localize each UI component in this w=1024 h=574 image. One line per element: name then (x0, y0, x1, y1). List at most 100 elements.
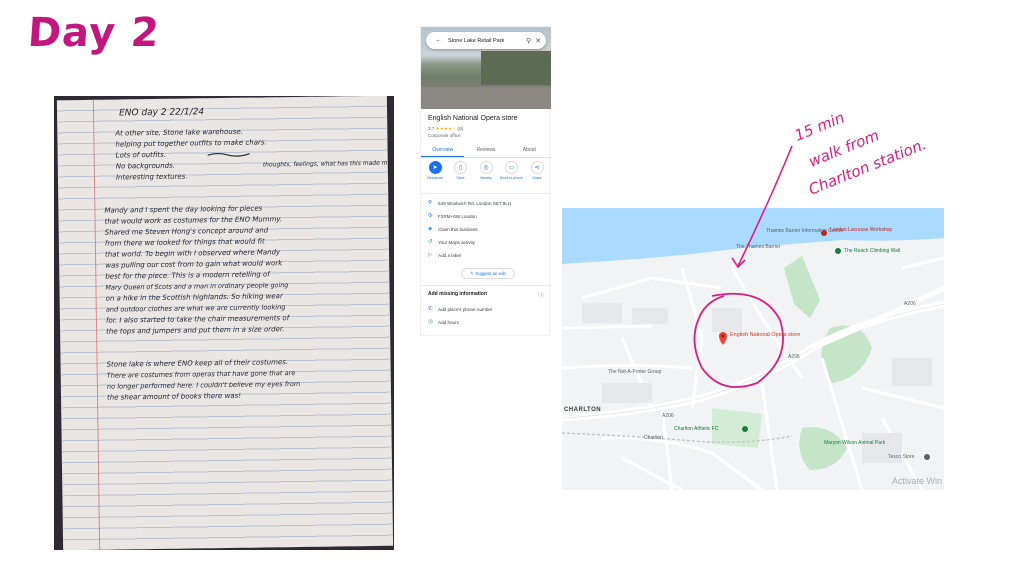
location-pin-icon: ⚲ (428, 200, 433, 206)
notes-line: for. I also started to take the chair me… (106, 314, 291, 325)
info-icon[interactable]: ⓘ (538, 291, 544, 299)
add-label-row[interactable]: ▷ Add a label (428, 252, 461, 258)
missing-info-title: Add missing information (428, 291, 487, 297)
directions-icon: ➤ (428, 161, 442, 174)
notes-line: There are costumes from operas that have… (107, 369, 296, 380)
divider (421, 285, 551, 286)
claim-business-row[interactable]: ◈ Claim this business (428, 226, 478, 232)
notebook-photo: ENO day 2 22/1/24 At other site, Stone l… (54, 96, 394, 550)
nearby-icon: ◎ (479, 161, 493, 174)
place-name: English National Opera store (428, 115, 518, 122)
plus-code-text: F2RM+6W London (438, 213, 477, 219)
action-buttons: ➤ Directions ▯ Save ◎ Nearby ▭ Send to p… (423, 161, 549, 181)
notes-line: Mary Queen of Scots and a man in ordinar… (105, 281, 288, 292)
maps-place-card: ← Stone Lake Retail Park ⚲ ✕ English Nat… (420, 26, 551, 336)
activation-watermark: Activate Win (891, 476, 942, 486)
notes-line: the shear amount of books there was! (107, 392, 241, 402)
notes-line: that world. To begin with I observed whe… (105, 248, 281, 258)
suggest-edit-button[interactable]: ✎ Suggest an edit (461, 268, 515, 279)
poi-marker[interactable] (924, 454, 930, 460)
search-input[interactable]: Stone Lake Retail Park (448, 38, 522, 44)
street-view-photo[interactable]: ← Stone Lake Retail Park ⚲ ✕ (421, 27, 551, 109)
add-label-text: Add a label (438, 252, 461, 258)
send-to-phone-button[interactable]: ▭ Send to phone (500, 161, 524, 181)
notes-bullet: No backgrounds. (116, 162, 175, 171)
save-button[interactable]: ▯ Save (449, 161, 473, 181)
tab-reviews[interactable]: Reviews (464, 144, 507, 157)
divider (421, 193, 551, 194)
place-category: Corporate office (428, 133, 461, 138)
notes-line: best for the piece. This is a modern ret… (105, 270, 271, 280)
notes-line: Shared me Steven Hong's concept around a… (105, 226, 269, 236)
place-tabs: Overview Reviews About (421, 144, 551, 158)
claim-business-text: Claim this business (438, 226, 478, 232)
suggest-edit-label: Suggest an edit (475, 271, 506, 276)
add-hours-text: Add hours (438, 319, 459, 325)
poi-marker[interactable] (742, 426, 748, 432)
search-icon[interactable]: ⚲ (526, 37, 531, 45)
maps-activity-row[interactable]: ↺ Your Maps activity (428, 239, 475, 245)
notes-line: from there we looked for things that wou… (105, 237, 265, 247)
rating-value: 3.7 (428, 126, 435, 131)
notes-line: the tops and jumpers and put them in a s… (106, 325, 284, 335)
map-label[interactable]: Tesco Store (888, 454, 914, 460)
bookmark-icon: ▯ (454, 161, 467, 174)
photo-road (421, 87, 551, 109)
nearby-label: Nearby (480, 176, 492, 180)
notes-line: was pulling our cost from to gain what w… (105, 259, 283, 269)
notes-line: Stone lake is where ENO keep all of thei… (107, 358, 289, 369)
nearby-button[interactable]: ◎ Nearby (474, 161, 498, 181)
share-icon: ⋖ (530, 161, 544, 174)
label-icon: ▷ (428, 252, 433, 258)
map-label[interactable]: The Net-A-Porter Group (608, 369, 661, 375)
address-row[interactable]: ⚲ 649 Woolwich Rd, London SE7 8LH (428, 200, 511, 206)
notes-bullet: At other site, Stone lake warehouse. (114, 128, 243, 138)
animal-park (799, 427, 847, 470)
history-icon: ↺ (428, 239, 433, 245)
directions-label: Directions (427, 176, 443, 180)
map-label[interactable]: CHARLTON (564, 407, 601, 413)
back-arrow-icon[interactable]: ← (435, 37, 442, 44)
add-phone-row[interactable]: ✆ Add place's phone number (428, 306, 493, 312)
notes-line: Mandy and I spent the day looking for pi… (104, 204, 262, 214)
plus-code-icon: ✣ (428, 213, 433, 219)
map-label[interactable]: Charlton Athletic FC (674, 426, 718, 432)
handwritten-notes: ENO day 2 22/1/24 At other site, Stone l… (104, 107, 393, 402)
address-text: 649 Woolwich Rd, London SE7 8LH (438, 200, 512, 206)
search-bar[interactable]: ← Stone Lake Retail Park ⚲ ✕ (426, 32, 546, 49)
map-label[interactable]: Charlton (644, 435, 663, 441)
slide-title: Day 2 (26, 10, 162, 56)
road-label: A206 (662, 413, 674, 419)
annotation: 15 min walk from Charlton station. (700, 108, 960, 400)
plus-code-row[interactable]: ✣ F2RM+6W London (428, 213, 477, 219)
notes-line: and outdoor clothes are what we are curr… (106, 303, 286, 314)
directions-button[interactable]: ➤ Directions (423, 161, 447, 181)
notes-heading: ENO day 2 22/1/24 (119, 107, 204, 118)
notebook-page: ENO day 2 22/1/24 At other site, Stone l… (56, 96, 394, 550)
notes-side-note: thoughts, feelings, what has this made m… (263, 159, 393, 168)
share-button[interactable]: ⋖ Share (525, 161, 549, 181)
annotation-arrow (731, 145, 793, 269)
shield-check-icon: ◈ (428, 226, 433, 232)
maps-activity-text: Your Maps activity (438, 239, 476, 245)
notes-line: no longer performed here. I couldn't bel… (107, 380, 301, 391)
phone-icon: ▭ (505, 161, 518, 174)
add-phone-text: Add place's phone number (438, 306, 493, 312)
notes-bullet: Interesting textures. (116, 173, 188, 182)
add-hours-row[interactable]: ◷ Add hours (428, 319, 459, 325)
notes-line: on a hike in the Scottish highlands. So … (106, 292, 284, 302)
scribble-mark (207, 152, 250, 157)
map-label[interactable]: Maryon Wilson Animal Park (824, 440, 885, 446)
share-label: Share (532, 176, 542, 180)
tab-overview[interactable]: Overview (421, 144, 465, 157)
place-rating: 3.7 ★★★★☆ (8) (428, 126, 463, 132)
review-count[interactable]: (8) (458, 126, 464, 131)
clock-icon: ◷ (428, 319, 433, 325)
tab-about[interactable]: About (508, 144, 551, 157)
notes-line: that would work as costumes for the ENO … (105, 215, 283, 225)
send-to-phone-label: Send to phone (499, 176, 524, 180)
close-icon[interactable]: ✕ (535, 37, 541, 45)
notes-bullet: Lots of outfits. (116, 151, 166, 160)
rating-stars: ★★★★☆ (435, 126, 457, 131)
photo-building (481, 51, 551, 85)
